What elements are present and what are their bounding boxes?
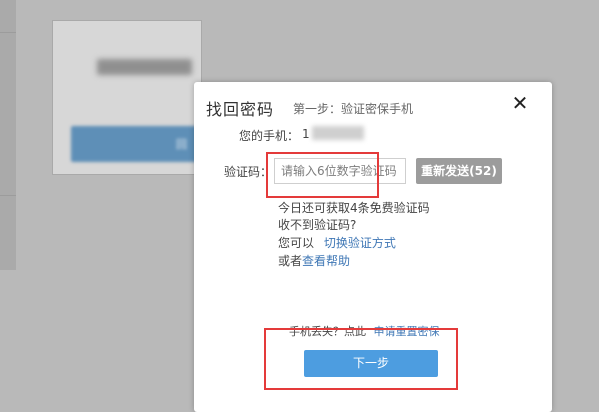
reset-security-link[interactable]: 申请重置密保 (374, 325, 440, 338)
resend-code-button[interactable]: 重新发送(52) (416, 158, 502, 184)
lost-phone-prefix: 手机丢失？点此 (289, 325, 366, 338)
password-recovery-dialog: 找回密码 第一步：验证密保手机 ✕ 您的手机： 1 验证码： 重新发送(52) … (194, 82, 552, 412)
verification-code-input[interactable] (274, 158, 406, 184)
phone-label: 您的手机： (239, 129, 300, 143)
help-prefix: 或者 (278, 254, 303, 268)
help-row: 或者查看帮助 (278, 252, 350, 269)
close-icon[interactable]: ✕ (510, 92, 530, 114)
switch-method-row: 您可以 切换验证方式 (278, 234, 396, 251)
verification-code-label: 验证码： (224, 165, 273, 179)
background-card: 回 (52, 20, 202, 175)
switch-method-link[interactable]: 切换验证方式 (324, 236, 396, 250)
not-received-text: 收不到验证码? (278, 218, 357, 232)
lost-phone-row: 手机丢失？点此 申请重置密保 (289, 323, 440, 339)
background-left-strip (0, 0, 16, 270)
remaining-codes-text: 今日还可获取4条免费验证码 (278, 201, 430, 215)
help-link[interactable]: 查看帮助 (302, 254, 350, 268)
phone-value: 1 (302, 127, 310, 141)
switch-method-prefix: 您可以 (278, 236, 315, 250)
background-button: 回 (71, 126, 199, 162)
next-step-button[interactable]: 下一步 (304, 350, 438, 377)
phone-number-redacted (312, 126, 364, 140)
dialog-title: 找回密码 (206, 100, 275, 119)
background-button-label: 回 (176, 138, 187, 151)
dialog-step-subtitle: 第一步：验证密保手机 (293, 102, 414, 116)
divider (0, 195, 16, 196)
blurred-text (97, 59, 192, 75)
divider (0, 32, 16, 33)
